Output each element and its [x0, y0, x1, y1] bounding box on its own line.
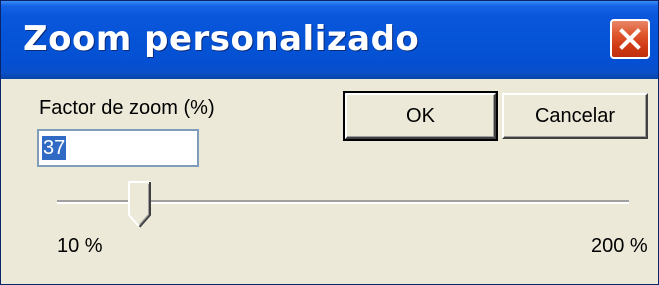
close-button[interactable]	[610, 19, 650, 59]
ok-button[interactable]: OK	[343, 91, 498, 141]
close-icon	[619, 28, 641, 50]
window-title: Zoom personalizado	[23, 19, 420, 59]
slider-min-label: 10 %	[57, 235, 103, 257]
zoom-dialog: Zoom personalizado Factor de zoom (%) 37…	[0, 0, 659, 285]
zoom-factor-value: 37	[42, 136, 67, 160]
zoom-factor-input[interactable]: 37	[37, 129, 199, 167]
zoom-factor-label: Factor de zoom (%)	[39, 97, 215, 119]
zoom-slider-thumb[interactable]	[128, 181, 152, 229]
slider-max-label: 200 %	[591, 235, 648, 257]
title-bar[interactable]: Zoom personalizado	[1, 1, 658, 79]
slider-thumb-icon	[128, 181, 151, 229]
cancel-button[interactable]: Cancelar	[502, 93, 648, 139]
